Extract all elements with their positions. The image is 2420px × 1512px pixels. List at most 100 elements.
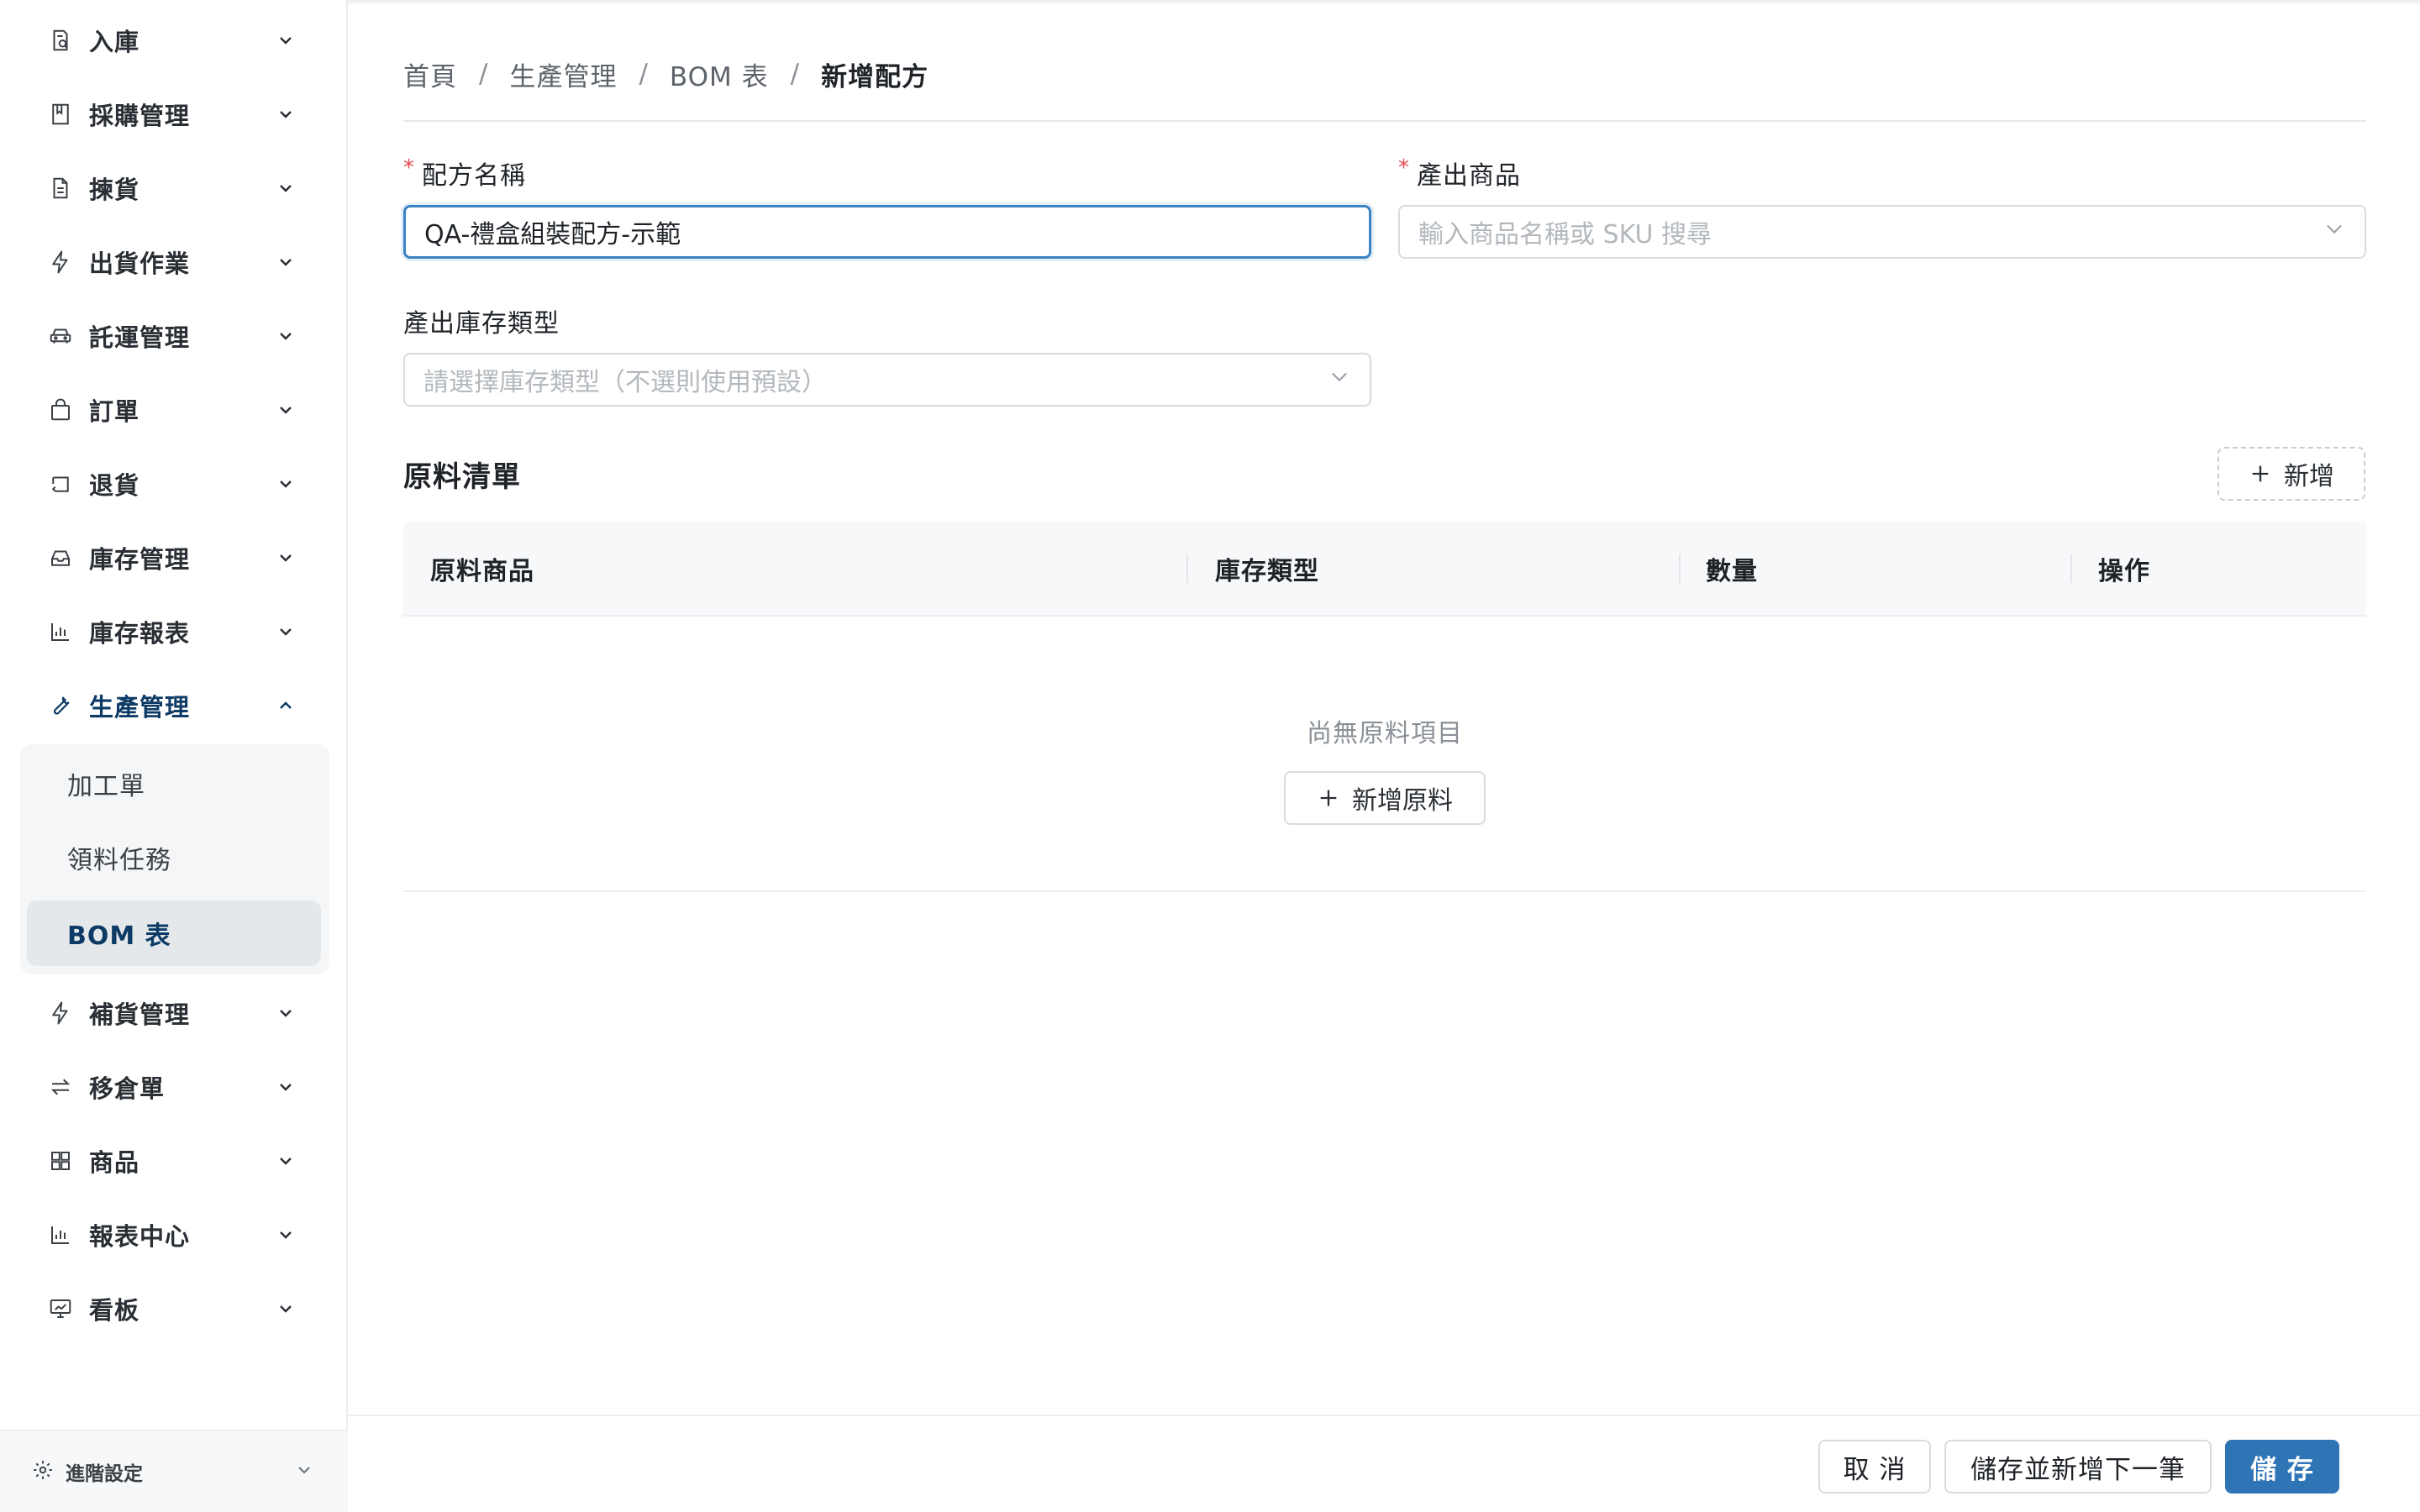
- sidebar-item-label: 託運管理: [89, 323, 191, 352]
- breadcrumb-current: 新增配方: [821, 61, 929, 92]
- bar-chart-icon: [45, 617, 76, 647]
- sidebar-item-production[interactable]: 生產管理: [34, 675, 306, 736]
- recipe-name-value: QA-禮盒組裝配方-示範: [424, 220, 681, 249]
- main-content: 首頁 / 生產管理 / BOM 表 / 新增配方 * 配方名稱 QA-禮盒組裝配…: [348, 0, 2420, 1512]
- sidebar-item-label: 生產管理: [89, 693, 191, 722]
- output-stock-type-select[interactable]: 請選擇庫存類型（不選則使用預設）: [403, 353, 1371, 407]
- bar-chart-icon: [45, 1220, 76, 1250]
- breadcrumb-divider: [403, 120, 2366, 122]
- lightning-icon: [45, 247, 76, 277]
- sidebar-item-inventory-report[interactable]: 庫存報表: [34, 601, 306, 662]
- column-header-stock-type: 庫存類型: [1215, 557, 1319, 586]
- swap-icon: [45, 1072, 76, 1102]
- car-icon: [45, 321, 76, 351]
- sidebar-item-purchasing[interactable]: 採購管理: [34, 84, 306, 144]
- form-footer-bar: 取 消 儲存並新增下一筆 儲 存: [348, 1415, 2420, 1512]
- wrench-icon: [45, 690, 76, 721]
- chevron-down-icon: [274, 324, 297, 348]
- chevron-down-icon: [274, 546, 297, 570]
- sidebar-item-label: 揀貨: [89, 176, 140, 204]
- add-material-button[interactable]: 新增原料: [1284, 771, 1486, 825]
- chevron-down-icon: [274, 1149, 297, 1173]
- breadcrumb-separator: /: [639, 59, 648, 89]
- add-material-label: 新增原料: [1352, 786, 1453, 816]
- output-product-select[interactable]: 輸入商品名稱或 SKU 搜尋: [1398, 205, 2366, 259]
- sidebar: 入庫 採購管理 揀貨 出貨作業 託運管理 訂單 退貨 庫存管理 庫存報表 生產管…: [0, 0, 348, 1512]
- breadcrumb-bom[interactable]: BOM 表: [670, 55, 769, 93]
- breadcrumb-separator: /: [790, 59, 800, 89]
- output-stock-type-label: 產出庫存類型: [403, 302, 560, 339]
- sidebar-item-label: 庫存報表: [89, 619, 191, 648]
- save-button[interactable]: 儲 存: [2225, 1440, 2339, 1494]
- required-mark: *: [1398, 155, 1410, 181]
- sidebar-item-inbound[interactable]: 入庫: [34, 10, 306, 71]
- dashboard-icon: [45, 1294, 76, 1324]
- sidebar-item-inventory[interactable]: 庫存管理: [34, 528, 306, 588]
- plus-icon: [1320, 790, 1337, 806]
- lightning-icon: [45, 998, 76, 1028]
- column-divider: [1679, 554, 1681, 583]
- sidebar-item-consignment[interactable]: 託運管理: [34, 306, 306, 366]
- sidebar-item-dashboard[interactable]: 看板: [34, 1278, 306, 1339]
- empty-state-text: 尚無原料項目: [1307, 719, 1463, 748]
- save-and-new-button[interactable]: 儲存並新增下一筆: [1944, 1440, 2212, 1494]
- sidebar-item-products[interactable]: 商品: [34, 1131, 306, 1191]
- grid-icon: [45, 1146, 76, 1176]
- recipe-name-label: * 配方名稱: [403, 155, 526, 192]
- chevron-down-icon: [294, 1460, 314, 1483]
- advanced-settings-toggle[interactable]: 進階設定: [0, 1430, 348, 1512]
- production-submenu: 加工單 領料任務 BOM 表: [20, 744, 329, 974]
- column-header-actions: 操作: [2098, 557, 2150, 586]
- sidebar-item-replenishment[interactable]: 補貨管理: [34, 983, 306, 1043]
- chevron-down-icon: [274, 1075, 297, 1099]
- chevron-down-icon: [274, 250, 297, 274]
- sidebar-item-label: 商品: [89, 1148, 140, 1177]
- sidebar-item-report-center[interactable]: 報表中心: [34, 1205, 306, 1265]
- submenu-item-bom[interactable]: BOM 表: [27, 900, 321, 966]
- chevron-down-icon: [1328, 365, 1351, 395]
- chevron-down-icon: [274, 620, 297, 643]
- materials-table-header: 原料商品 庫存類型 數量 操作: [403, 521, 2366, 617]
- add-material-header-button[interactable]: 新增: [2217, 447, 2365, 501]
- advanced-settings-label: 進階設定: [66, 1463, 143, 1485]
- submenu-item-work-order[interactable]: 加工單: [27, 751, 321, 816]
- output-product-label-text: 產出商品: [1417, 161, 1521, 191]
- sidebar-item-label: 補貨管理: [89, 1000, 191, 1029]
- sidebar-item-transfer[interactable]: 移倉單: [34, 1057, 306, 1117]
- sidebar-item-label: 看板: [89, 1296, 140, 1325]
- sidebar-item-shipping[interactable]: 出貨作業: [34, 232, 306, 292]
- sidebar-item-label: 採購管理: [89, 102, 191, 130]
- recipe-name-input[interactable]: QA-禮盒組裝配方-示範: [403, 205, 1371, 259]
- column-divider: [2070, 554, 2072, 583]
- chevron-up-icon: [274, 694, 297, 717]
- materials-title: 原料清單: [403, 460, 521, 494]
- sidebar-item-label: 報表中心: [89, 1222, 191, 1251]
- book-icon: [45, 99, 76, 129]
- submenu-item-material-task[interactable]: 領料任務: [27, 825, 321, 890]
- chevron-down-icon: [274, 102, 297, 126]
- inbound-receipt-icon: [45, 25, 76, 55]
- sidebar-item-label: 出貨作業: [89, 249, 191, 278]
- document-icon: [45, 173, 76, 203]
- table-bottom-divider: [403, 890, 2366, 892]
- sidebar-item-label: 入庫: [89, 28, 140, 56]
- sidebar-item-label: 訂單: [89, 397, 140, 426]
- required-mark: *: [403, 155, 415, 181]
- chevron-down-icon: [2323, 217, 2346, 247]
- breadcrumb: 首頁 / 生產管理 / BOM 表 / 新增配方: [403, 55, 929, 92]
- chevron-down-icon: [274, 1297, 297, 1320]
- sidebar-item-returns[interactable]: 退貨: [34, 454, 306, 514]
- breadcrumb-home[interactable]: 首頁: [403, 55, 457, 93]
- gear-icon: [32, 1459, 54, 1484]
- breadcrumb-separator: /: [479, 59, 488, 89]
- sidebar-item-label: 移倉單: [89, 1074, 166, 1103]
- chevron-down-icon: [274, 472, 297, 496]
- chevron-down-icon: [274, 176, 297, 200]
- sidebar-item-orders[interactable]: 訂單: [34, 380, 306, 440]
- recipe-name-label-text: 配方名稱: [422, 161, 526, 191]
- output-product-label: * 產出商品: [1398, 155, 1521, 192]
- app-root: 入庫 採購管理 揀貨 出貨作業 託運管理 訂單 退貨 庫存管理 庫存報表 生產管…: [0, 0, 2420, 1512]
- cancel-button[interactable]: 取 消: [1818, 1440, 1931, 1494]
- sidebar-item-picking[interactable]: 揀貨: [34, 158, 306, 218]
- breadcrumb-production[interactable]: 生產管理: [509, 55, 617, 93]
